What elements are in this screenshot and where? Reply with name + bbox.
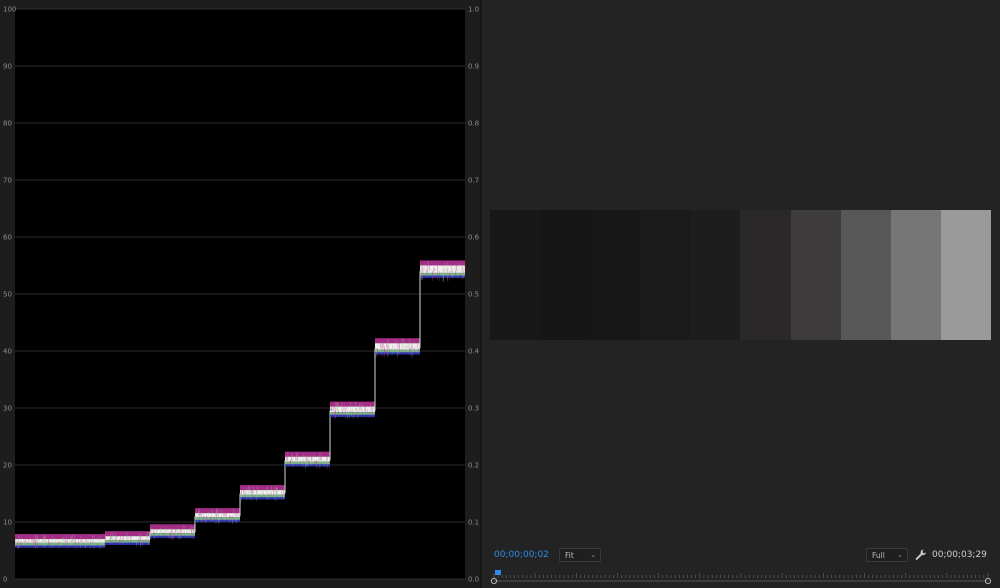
wrench-icon[interactable] bbox=[914, 548, 928, 562]
trace-blue bbox=[60, 545, 105, 548]
ire-scale-label: 50 bbox=[3, 291, 12, 299]
playhead-marker[interactable] bbox=[495, 570, 501, 575]
trace-magenta bbox=[105, 531, 150, 537]
gray-step-strip bbox=[890, 210, 941, 340]
duration-timecode: 00;00;03;29 bbox=[932, 550, 987, 560]
waveform-graph: 0 0.0 10 0.1 20 0.2 30 0.3 40 0.4 50 0.5 60 0.6 70 0.7 8… bbox=[3, 6, 480, 584]
program-monitor: 00;00;00;02 Fit ⌄ Full ⌄ 00;00;03;29 bbox=[482, 0, 1000, 588]
trace-magenta bbox=[15, 534, 60, 540]
gray-step-strip bbox=[790, 210, 841, 340]
gray-step-strip bbox=[840, 210, 891, 340]
ire-scale-label: 20 bbox=[3, 462, 12, 470]
waveform-step bbox=[59, 534, 106, 550]
ire-scale-label: 30 bbox=[3, 405, 12, 413]
normalized-scale-label: 0.2 bbox=[468, 462, 479, 470]
normalized-scale-label: 0.3 bbox=[468, 405, 479, 413]
normalized-scale-label: 0.9 bbox=[468, 63, 479, 71]
normalized-scale-label: 0.6 bbox=[468, 234, 480, 242]
chevron-down-icon: ⌄ bbox=[897, 551, 903, 559]
chevron-down-icon: ⌄ bbox=[590, 551, 596, 559]
ire-scale-label: 40 bbox=[3, 348, 12, 356]
trace-luma bbox=[420, 265, 465, 273]
ire-scale-label: 70 bbox=[3, 177, 12, 185]
normalized-scale-label: 0.0 bbox=[468, 576, 479, 584]
ire-scale-label: 10 bbox=[3, 519, 12, 527]
app-window: 0 0.0 10 0.1 20 0.2 30 0.3 40 0.4 50 0.5 60 0.6 70 0.7 8… bbox=[0, 0, 1000, 588]
ire-scale-label: 80 bbox=[3, 120, 12, 128]
gray-step-strip bbox=[940, 210, 991, 340]
video-frame bbox=[490, 210, 991, 340]
lumetri-waveform-scope: 0 0.0 10 0.1 20 0.2 30 0.3 40 0.4 50 0.5 60 0.6 70 0.7 8… bbox=[0, 0, 482, 588]
trace-blue bbox=[420, 275, 465, 278]
normalized-scale-label: 0.7 bbox=[468, 177, 479, 185]
gray-step-strip bbox=[540, 210, 591, 340]
trace-blue bbox=[285, 464, 330, 467]
normalized-scale-label: 0.4 bbox=[468, 348, 480, 356]
playhead-timecode[interactable]: 00;00;00;02 bbox=[494, 550, 549, 560]
playback-resolution-select[interactable]: Full ⌄ bbox=[866, 548, 908, 562]
ire-scale-label: 90 bbox=[3, 63, 12, 71]
zoom-level-value: Fit bbox=[565, 551, 574, 560]
trace-magenta bbox=[420, 260, 465, 266]
normalized-scale-label: 0.1 bbox=[468, 519, 479, 527]
trace-magenta bbox=[150, 524, 195, 530]
gray-step-strip bbox=[690, 210, 741, 340]
waveform-step bbox=[104, 531, 151, 547]
normalized-scale-label: 0.5 bbox=[468, 291, 479, 299]
normalized-scale-label: 0.8 bbox=[468, 120, 479, 128]
normalized-scale-label: 1.0 bbox=[468, 6, 479, 14]
time-ruler[interactable] bbox=[482, 568, 1000, 588]
monitor-controls-bar: 00;00;00;02 Fit ⌄ Full ⌄ 00;00;03;29 bbox=[482, 546, 1000, 566]
gray-step-strip bbox=[740, 210, 791, 340]
trace-magenta bbox=[60, 534, 105, 540]
playback-resolution-value: Full bbox=[872, 551, 885, 560]
waveform-step bbox=[15, 534, 60, 550]
ire-scale-label: 60 bbox=[3, 234, 12, 242]
zoom-level-select[interactable]: Fit ⌄ bbox=[559, 548, 601, 562]
gray-step-strip bbox=[590, 210, 641, 340]
trace-magenta bbox=[375, 338, 420, 344]
ire-scale-label: 100 bbox=[3, 6, 16, 14]
gray-step-strip bbox=[490, 210, 541, 340]
ire-scale-label: 0 bbox=[3, 576, 7, 584]
gray-step-strip bbox=[640, 210, 691, 340]
